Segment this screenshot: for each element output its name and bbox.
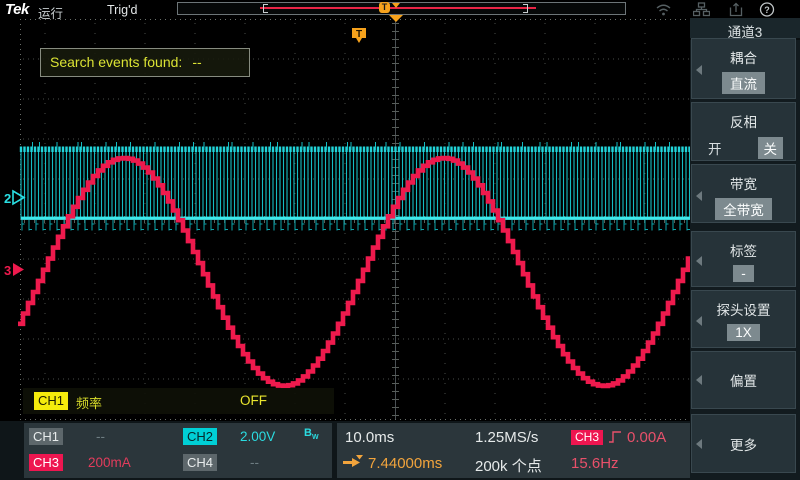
- chevron-left-icon: [696, 65, 702, 75]
- search-events-label: Search events found:: [50, 54, 182, 70]
- coupling-value: 直流: [722, 72, 765, 94]
- ch3-scale: 200mA: [88, 455, 131, 470]
- record-length: 200k 个点: [475, 455, 542, 476]
- trigger-source-badge: CH3: [571, 430, 603, 445]
- side-menu-title: 通道3: [690, 18, 800, 40]
- bandwidth-label: 带宽: [692, 173, 795, 193]
- svg-text:?: ?: [764, 5, 770, 15]
- ch2-scale: 2.00V: [240, 429, 275, 444]
- wifi-icon: [655, 2, 672, 17]
- ch2-ground-marker-icon: [13, 191, 24, 204]
- window-end-bracket: [523, 4, 528, 13]
- probe-setup-label: 探头设置: [692, 299, 795, 319]
- measurement-type: 频率: [76, 393, 102, 412]
- measurement-channel-badge: CH1: [34, 392, 68, 410]
- search-events-banner: Search events found: --: [40, 48, 250, 77]
- horizontal-trigger-panel: 10.0ms 1.25MS/s CH3 0.00A 7.44000ms 200k…: [337, 423, 691, 478]
- offset-label: 偏置: [730, 370, 757, 390]
- network-icon: [693, 2, 710, 17]
- tek-logo: Tek: [5, 1, 29, 18]
- chevron-left-icon: [696, 316, 702, 326]
- trigger-level: 0.00A: [627, 429, 666, 446]
- invert-off-option[interactable]: 关: [758, 137, 784, 159]
- status-bar: CH1 -- CH2 2.00V BW CH3 200mA CH4 -- 10.…: [0, 421, 800, 480]
- label-value: -: [733, 265, 754, 282]
- trigger-flag-label: T: [356, 29, 362, 40]
- menu-item-label[interactable]: 标签 -: [691, 231, 796, 287]
- ch2-bandwidth-limit-icon: BW: [304, 427, 319, 441]
- menu-item-offset[interactable]: 偏置: [691, 351, 796, 409]
- chevron-left-icon: [696, 375, 702, 385]
- horizontal-scale: 10.0ms: [345, 429, 394, 446]
- channel-status-panel: CH1 -- CH2 2.00V BW CH3 200mA CH4 --: [24, 423, 332, 478]
- record-marker-triangle-icon: [392, 3, 400, 8]
- trigger-frequency: 15.6Hz: [571, 455, 619, 472]
- ch3-ground-marker-icon: [13, 263, 24, 276]
- ch2-badge[interactable]: CH2: [183, 428, 217, 445]
- menu-item-invert[interactable]: 反相 开 关: [691, 102, 796, 161]
- label-label: 标签: [692, 240, 795, 260]
- ch2-baseline: [21, 217, 692, 220]
- horizontal-delay-icon: [343, 455, 365, 470]
- side-menu-channel3: 通道3 耦合 直流 反相 开 关 带宽 全带宽 标签 - 探头设置 1X: [690, 18, 800, 480]
- trigger-position-bubble: T: [379, 2, 390, 13]
- save-export-icon[interactable]: [729, 2, 746, 17]
- horizontal-delay: 7.44000ms: [368, 455, 442, 472]
- help-icon[interactable]: ?: [759, 2, 776, 17]
- trigger-status: Trig'd: [107, 3, 137, 17]
- record-view-bar: T: [177, 2, 626, 15]
- menu-item-more[interactable]: 更多: [691, 414, 796, 473]
- ch4-badge[interactable]: CH4: [183, 454, 217, 471]
- window-start-bracket: [263, 4, 268, 13]
- coupling-label: 耦合: [692, 47, 795, 67]
- expansion-point-icon: [389, 15, 403, 22]
- ch2-waveform-tops: [21, 147, 690, 153]
- probe-setup-value: 1X: [727, 324, 760, 341]
- ch1-scale: --: [96, 429, 105, 444]
- more-label: 更多: [730, 434, 757, 454]
- measurement-value: OFF: [240, 393, 267, 408]
- chevron-left-icon: [696, 191, 702, 201]
- ch3-marker-label: 3: [4, 263, 11, 278]
- menu-item-coupling[interactable]: 耦合 直流: [691, 38, 796, 99]
- bandwidth-value: 全带宽: [715, 198, 772, 220]
- trigger-slope-icon: [608, 429, 623, 445]
- oscilloscope-screen: 2 3 T Tek 运行 Trig'd T ? Search events foun…: [0, 0, 800, 480]
- ch2-undershoot-ticks: [22, 224, 690, 230]
- chevron-left-icon: [696, 439, 702, 449]
- ch3-badge[interactable]: CH3: [29, 454, 63, 471]
- sample-rate: 1.25MS/s: [475, 429, 538, 446]
- ch2-marker-label: 2: [4, 191, 11, 206]
- measurement-bar[interactable]: CH1 频率 OFF: [23, 388, 334, 414]
- ch1-badge[interactable]: CH1: [29, 428, 63, 445]
- invert-label: 反相: [692, 111, 795, 131]
- acquisition-status: 运行: [38, 3, 63, 22]
- chevron-left-icon: [696, 256, 702, 266]
- ch4-scale: --: [250, 455, 259, 470]
- invert-on-option[interactable]: 开: [708, 138, 722, 158]
- search-events-count: --: [192, 54, 201, 70]
- menu-item-probe-setup[interactable]: 探头设置 1X: [691, 290, 796, 348]
- menu-item-bandwidth[interactable]: 带宽 全带宽: [691, 164, 796, 223]
